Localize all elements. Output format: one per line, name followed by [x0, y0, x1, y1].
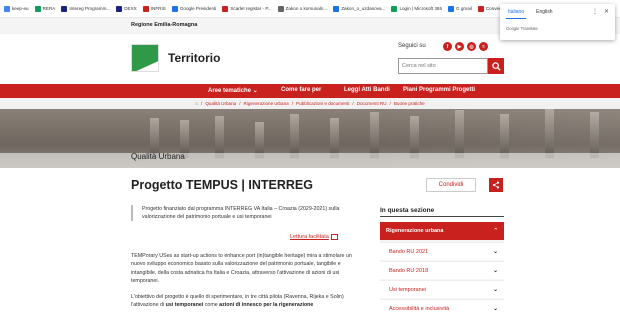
body-paragraph: L'obiettivo del progetto è quello di spe… — [131, 294, 344, 309]
bookmark-item[interactable]: Login | Microsoft 365 — [391, 5, 442, 12]
easy-read-label: Lettura facilitata — [290, 234, 329, 240]
breadcrumb-item[interactable]: Pubblicazioni e documenti — [296, 101, 349, 106]
page-summary: Progetto finanziato dal programma INTERR… — [131, 205, 349, 221]
nav-aree-tematiche[interactable]: Aree tematiche ⌄ — [208, 87, 258, 94]
breadcrumb-item[interactable]: Buone pratiche — [394, 101, 425, 106]
bookmark-item[interactable]: Zakon o komunaln... — [277, 5, 327, 12]
nav-piani-programmi[interactable]: Piani Programmi Progetti — [403, 87, 475, 93]
main-nav: Aree tematiche ⌄ Come fare per Leggi Att… — [0, 84, 620, 98]
sidebar-section-head[interactable]: Rigenerazione urbana ⌃ — [380, 222, 504, 240]
search-button[interactable] — [488, 58, 504, 74]
bookmark-item[interactable]: G gmail — [448, 5, 472, 12]
sidebar-head-label: Rigenerazione urbana — [386, 228, 444, 234]
close-icon[interactable]: ✕ — [604, 8, 609, 15]
bookmark-icon — [477, 5, 484, 12]
sidebar-item[interactable]: Accessibilità e inclusività ⌄ — [380, 299, 504, 312]
breadcrumb-item[interactable]: Qualità Urbana — [205, 101, 236, 106]
facebook-icon[interactable]: f — [443, 42, 452, 51]
sidebar-title: In questa sezione — [380, 207, 504, 217]
chevron-down-icon: ⌄ — [492, 306, 498, 312]
easy-read-icon — [330, 234, 338, 240]
site-header: Territorio Seguici su f ▶ ◎ ≈ — [0, 34, 620, 84]
nav-aree-tematiche-label: Aree tematiche — [208, 88, 252, 94]
bookmark-icon — [61, 5, 68, 12]
chevron-up-icon: ⌃ — [493, 228, 498, 234]
breadcrumb: ⌂ / Qualità Urbana / Rigenerazione urban… — [0, 98, 620, 109]
instagram-icon[interactable]: ◎ — [467, 42, 476, 51]
breadcrumb-item[interactable]: Rigenerazione urbana — [244, 101, 289, 106]
bookmark-icon — [171, 5, 178, 12]
share-icon-button[interactable] — [489, 178, 503, 192]
youtube-icon[interactable]: ▶ — [455, 42, 464, 51]
region-link[interactable]: Regione Emilia-Romagna — [131, 22, 197, 28]
translate-tab-english[interactable]: English — [534, 6, 554, 18]
more-options-icon[interactable]: ⋮ — [592, 8, 598, 15]
chevron-down-icon: ⌄ — [492, 287, 498, 293]
social-label: Seguici su — [398, 43, 426, 49]
hero-banner: Qualità Urbana — [0, 109, 620, 168]
bookmark-item[interactable]: DEXX — [116, 5, 137, 12]
bookmark-icon — [448, 5, 454, 12]
sidebar-item[interactable]: Bando RU 2021 ⌄ — [380, 242, 504, 260]
sidebar-item[interactable]: Usi temporanei ⌄ — [380, 280, 504, 298]
translate-tab-italiano[interactable]: Italiano — [506, 6, 527, 19]
chevron-down-icon: ⌄ — [492, 249, 498, 255]
bookmark-item[interactable]: Intereg Programm... — [61, 5, 110, 12]
breadcrumb-item[interactable]: Documenti RU — [357, 101, 387, 106]
search-input[interactable] — [398, 58, 488, 74]
chevron-down-icon: ⌄ — [492, 268, 498, 274]
nav-leggi-atti-bandi[interactable]: Leggi Atti Bandi — [344, 87, 390, 93]
bookmark-icon — [116, 5, 123, 12]
easy-read-link[interactable]: Lettura facilitata — [290, 234, 338, 240]
share-button[interactable]: Condividi — [426, 178, 476, 192]
bookmark-icon — [34, 5, 41, 12]
bookmark-item[interactable]: keep-eu — [4, 5, 29, 12]
translate-popup: Italiano English ⋮ ✕ Google Translate — [500, 4, 615, 40]
bookmark-icon — [142, 5, 149, 12]
hero-title: Qualità Urbana — [131, 152, 185, 161]
site-logo[interactable] — [131, 44, 159, 72]
share-icon — [492, 181, 500, 189]
bookmark-item[interactable]: INFRIS — [142, 5, 166, 12]
bookmark-icon — [391, 5, 398, 12]
sidebar-item[interactable]: Bando RU 2018 ⌄ — [380, 261, 504, 279]
page-title: Progetto TEMPUS | INTERREG — [131, 178, 313, 192]
rss-icon[interactable]: ≈ — [479, 42, 488, 51]
search-icon — [491, 61, 501, 71]
bookmark-item[interactable]: Google Presidenti — [171, 5, 216, 12]
site-title[interactable]: Territorio — [168, 51, 220, 65]
bookmark-icon — [333, 5, 340, 12]
bookmark-icon — [4, 5, 10, 12]
bookmark-icon — [277, 5, 284, 12]
bookmark-icon — [222, 5, 229, 12]
body-paragraph: TEMPorary USes as start-up actions to en… — [131, 253, 352, 284]
bookmark-item[interactable]: Zakon_o_uzdanova... — [333, 5, 385, 12]
home-icon[interactable]: ⌂ — [195, 101, 198, 106]
nav-come-fare-per[interactable]: Come fare per — [281, 87, 321, 93]
translate-footer: Google Translate — [506, 26, 538, 31]
bookmark-item[interactable]: RERA — [34, 5, 55, 12]
bookmark-item[interactable]: Scarlet registar - P... — [222, 5, 272, 12]
chevron-down-icon: ⌄ — [252, 88, 258, 94]
